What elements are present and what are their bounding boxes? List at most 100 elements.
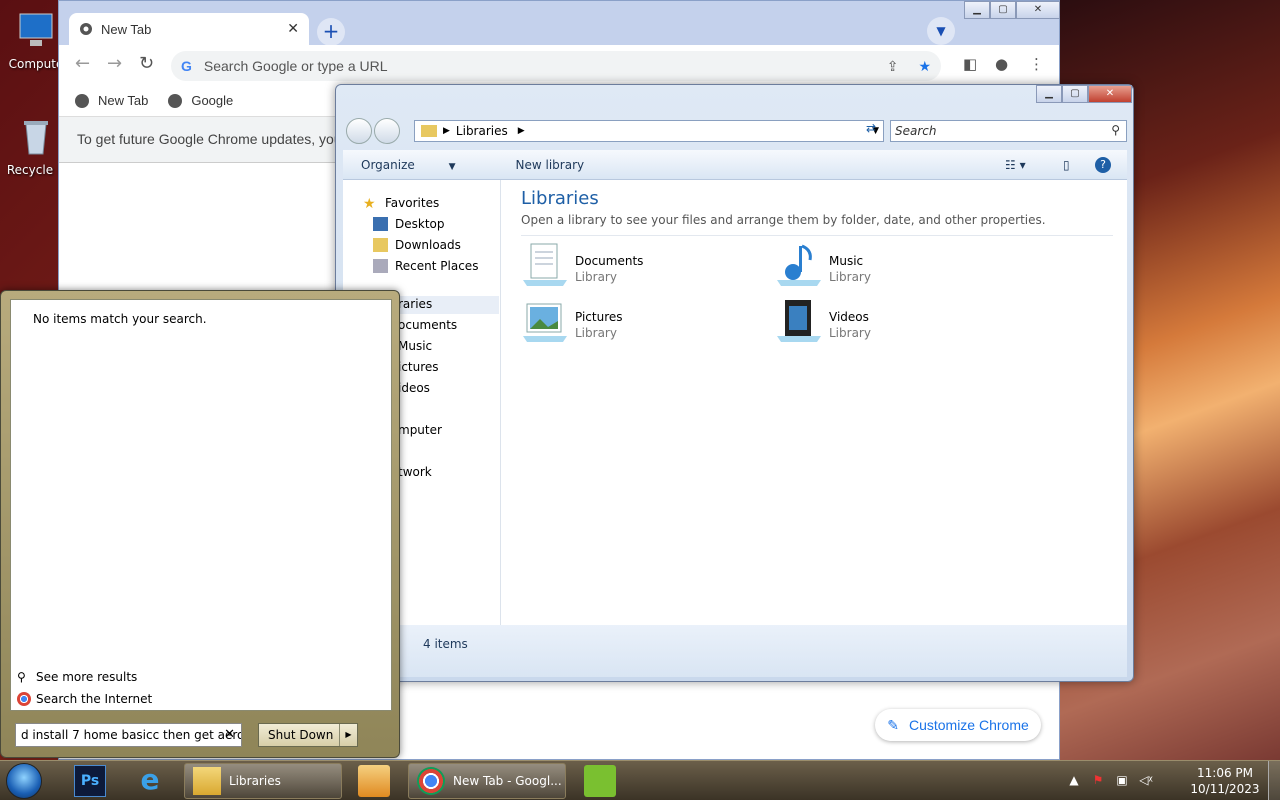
reload-icon[interactable]: ↻ <box>139 53 154 74</box>
clock[interactable]: 11:06 PM 10/11/2023 <box>1190 765 1260 797</box>
library-name: Pictures <box>575 310 623 324</box>
nav-recent-places[interactable]: Recent Places <box>343 255 500 276</box>
media-player-icon[interactable] <box>358 765 390 797</box>
photoshop-icon[interactable]: Ps <box>74 765 106 797</box>
close-tab-icon[interactable]: ✕ <box>287 21 299 37</box>
address-bar[interactable]: ▶ Libraries ▶ ▼ <box>414 120 884 142</box>
bookmark-label: Google <box>191 93 234 108</box>
back-icon[interactable]: ← <box>75 53 90 74</box>
help-icon[interactable]: ? <box>1095 156 1111 173</box>
explorer-search-input[interactable]: Search ⚲ <box>890 120 1127 142</box>
shutdown-label: Shut Down <box>268 728 334 742</box>
back-button[interactable] <box>346 118 372 144</box>
chrome-titlebar: New Tab ✕ + ▼ ▁ ▢ ✕ <box>59 1 1060 46</box>
app-icon[interactable] <box>584 765 616 797</box>
breadcrumb-arrow-icon: ▶ <box>443 126 450 136</box>
item-count: 4 items <box>423 637 468 651</box>
new-tab-button[interactable]: + <box>317 18 345 46</box>
library-pictures[interactable]: Pictures Library <box>521 298 623 344</box>
nav-documents[interactable]: ocuments <box>398 318 457 332</box>
page-title: Libraries <box>521 188 599 209</box>
show-hidden-icons-icon[interactable]: ▲ <box>1066 773 1082 789</box>
computer-icon <box>19 13 53 46</box>
bookmark-star-icon[interactable]: ★ <box>918 58 931 75</box>
shutdown-options-arrow-icon[interactable]: ▶ <box>339 724 357 746</box>
library-music[interactable]: Music Library <box>775 242 871 288</box>
nav-favorites[interactable]: ★ Favorites <box>343 192 500 213</box>
internet-explorer-icon[interactable]: e <box>134 765 166 797</box>
see-more-results-link[interactable]: ⚲ See more results <box>17 670 137 684</box>
share-icon[interactable]: ⇪ <box>887 58 899 75</box>
omnibox[interactable]: G Search Google or type a URL ⇪ ★ <box>171 51 941 81</box>
nav-libraries[interactable]: raries <box>392 296 499 314</box>
taskbar-chrome-button[interactable]: New Tab - Googl... <box>408 763 566 799</box>
menu-icon[interactable]: ⋮ <box>1029 55 1044 73</box>
search-internet-link[interactable]: Search the Internet <box>17 692 152 706</box>
library-documents[interactable]: Documents Library <box>521 242 643 288</box>
nav-network[interactable]: twork <box>398 465 432 479</box>
show-desktop-button[interactable] <box>1268 761 1280 800</box>
profile-icon[interactable]: ● <box>995 55 1008 73</box>
customize-chrome-button[interactable]: ✎ Customize Chrome <box>875 709 1041 741</box>
chrome-icon <box>17 692 31 706</box>
nav-desktop[interactable]: Desktop <box>343 213 500 234</box>
close-button[interactable]: ✕ <box>1016 1 1060 19</box>
library-name: Documents <box>575 254 644 268</box>
clear-search-icon[interactable]: ✕ <box>224 727 235 742</box>
minimize-button[interactable]: ▁ <box>1036 85 1062 103</box>
start-button[interactable] <box>6 763 42 799</box>
videos-icon <box>777 300 821 342</box>
library-name: Videos <box>829 310 869 324</box>
bookmark-google[interactable]: Google <box>168 93 233 108</box>
refresh-button[interactable]: ⇄ <box>860 121 882 141</box>
nav-computer[interactable]: mputer <box>398 423 442 437</box>
organize-button[interactable]: Organize ▼ <box>361 158 486 172</box>
maximize-button[interactable]: ▢ <box>990 1 1016 19</box>
nav-downloads[interactable]: Downloads <box>343 234 500 255</box>
bookmark-new-tab[interactable]: New Tab <box>75 93 148 108</box>
start-menu: No items match your search. ⚲ See more re… <box>0 290 400 758</box>
downloads-icon <box>373 237 388 252</box>
library-type: Library <box>575 326 617 340</box>
maximize-button[interactable]: ▢ <box>1062 85 1088 103</box>
side-panel-icon[interactable]: ◧ <box>963 55 977 73</box>
libraries-folder-icon <box>193 767 221 795</box>
search-icon: ⚲ <box>17 670 26 684</box>
breadcrumb-arrow-icon[interactable]: ▶ <box>518 126 525 136</box>
clock-time: 11:06 PM <box>1197 766 1253 780</box>
nav-label: Desktop <box>395 216 445 231</box>
taskbar-libraries-button[interactable]: Libraries <box>184 763 342 799</box>
action-center-icon[interactable]: ⚑ <box>1090 773 1106 789</box>
breadcrumb[interactable]: Libraries <box>456 124 508 138</box>
forward-button[interactable] <box>374 118 400 144</box>
status-bar: 4 items <box>343 625 1127 677</box>
new-library-button[interactable]: New library <box>516 158 585 172</box>
library-videos[interactable]: Videos Library <box>775 298 871 344</box>
network-icon[interactable]: ▣ <box>1114 773 1130 789</box>
close-button[interactable]: ✕ <box>1088 85 1132 103</box>
shutdown-button[interactable]: Shut Down ▶ <box>258 723 358 747</box>
chrome-tab[interactable]: New Tab ✕ <box>69 13 309 45</box>
recent-places-icon <box>373 258 388 273</box>
globe-icon <box>168 93 183 108</box>
nav-music[interactable]: Music <box>398 339 432 353</box>
nav-label: Recent Places <box>395 258 479 273</box>
volume-muted-icon[interactable]: ◁ᵡ <box>1138 773 1154 789</box>
start-search-input[interactable]: d install 7 home basicc then get aero ✕ <box>15 723 242 747</box>
view-options-icon[interactable]: ☷ ▾ <box>1005 158 1026 172</box>
forward-icon[interactable]: → <box>107 53 122 74</box>
nav-videos[interactable]: ideos <box>398 381 430 395</box>
google-icon: G <box>181 58 192 74</box>
link-label: See more results <box>36 670 138 684</box>
customize-label: Customize Chrome <box>908 717 1029 733</box>
bookmark-label: New Tab <box>98 93 149 108</box>
pencil-icon: ✎ <box>887 716 899 733</box>
preview-pane-icon[interactable]: ▯ <box>1063 158 1070 172</box>
organize-label: Organize <box>361 157 415 172</box>
libraries-folder-icon <box>421 125 437 137</box>
search-results-panel: No items match your search. ⚲ See more re… <box>10 299 392 711</box>
page-subtitle: Open a library to see your files and arr… <box>521 213 1113 236</box>
minimize-button[interactable]: ▁ <box>964 1 990 19</box>
nav-pictures[interactable]: ictures <box>398 360 439 374</box>
tab-search-button[interactable]: ▼ <box>927 17 955 45</box>
